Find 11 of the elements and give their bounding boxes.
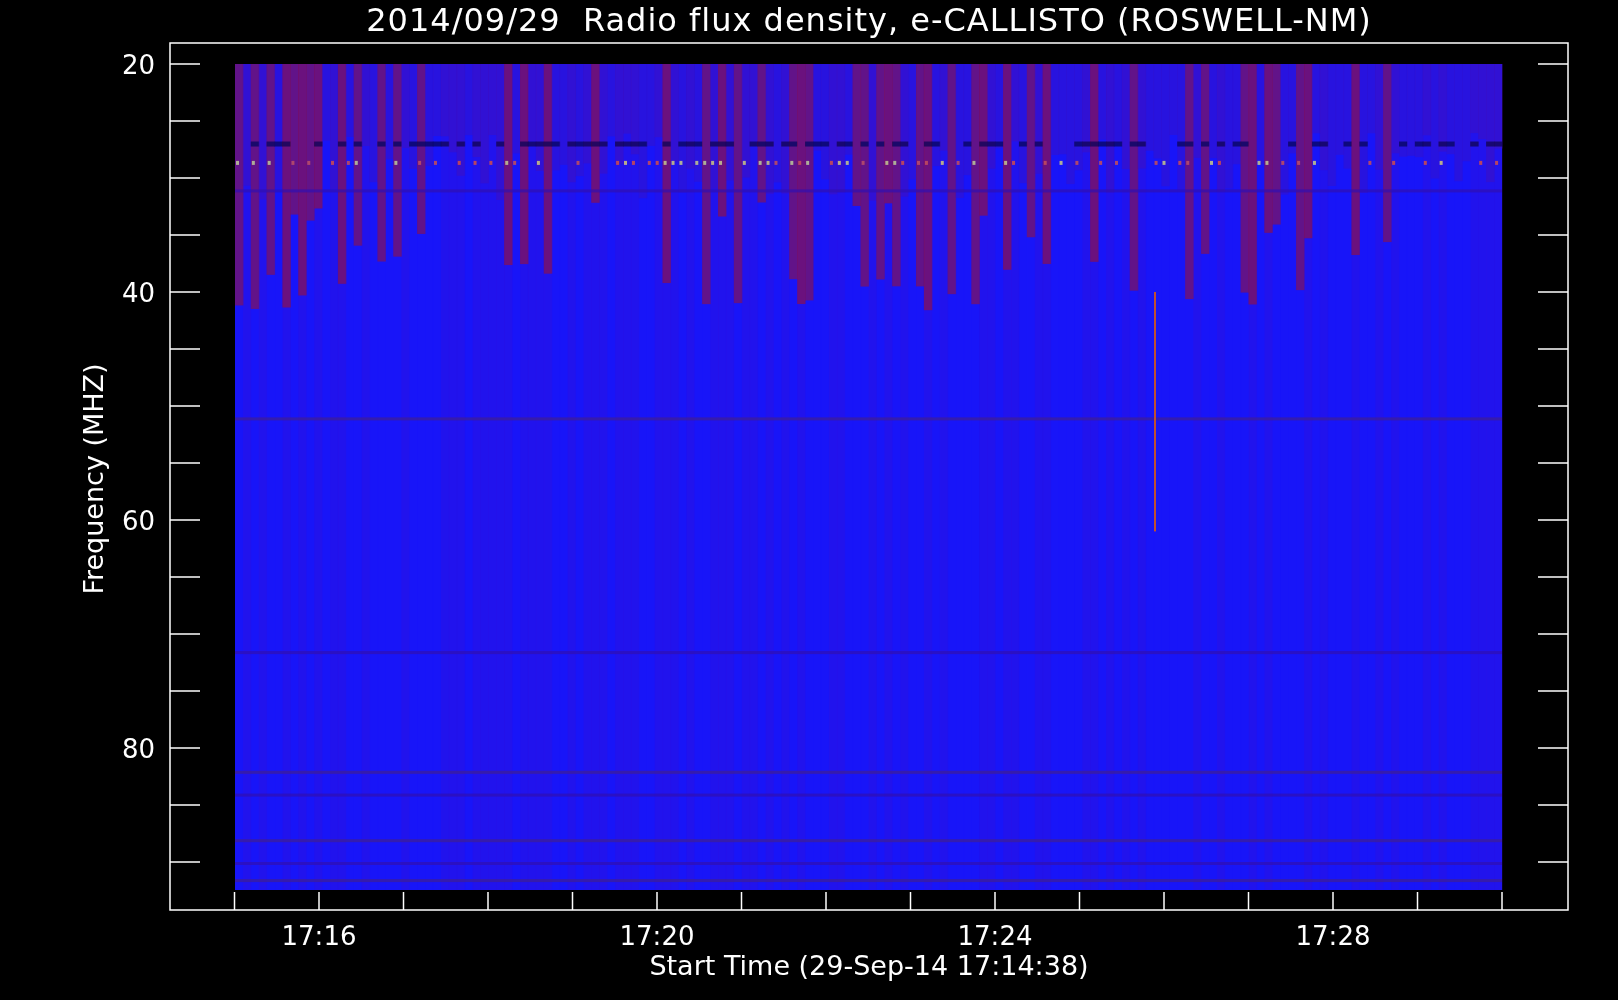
tick-label: 17:20 bbox=[619, 921, 695, 951]
axis-label: Frequency (MHZ) bbox=[78, 363, 109, 595]
plot-title: 2014/09/29 Radio flux density, e-CALLISTO (ROSWELL-NM) bbox=[366, 1, 1372, 39]
tick-label: 17:28 bbox=[1295, 921, 1371, 951]
tick-label: 40 bbox=[121, 278, 155, 308]
tick-label: 17:16 bbox=[281, 921, 357, 951]
tick-label: 20 bbox=[121, 50, 155, 80]
tick-label: 17:24 bbox=[957, 921, 1033, 951]
axis-label: Start Time (29-Sep-14 17:14:38) bbox=[649, 950, 1089, 981]
tick-label: 60 bbox=[121, 506, 155, 536]
tick-label: 80 bbox=[121, 734, 155, 764]
